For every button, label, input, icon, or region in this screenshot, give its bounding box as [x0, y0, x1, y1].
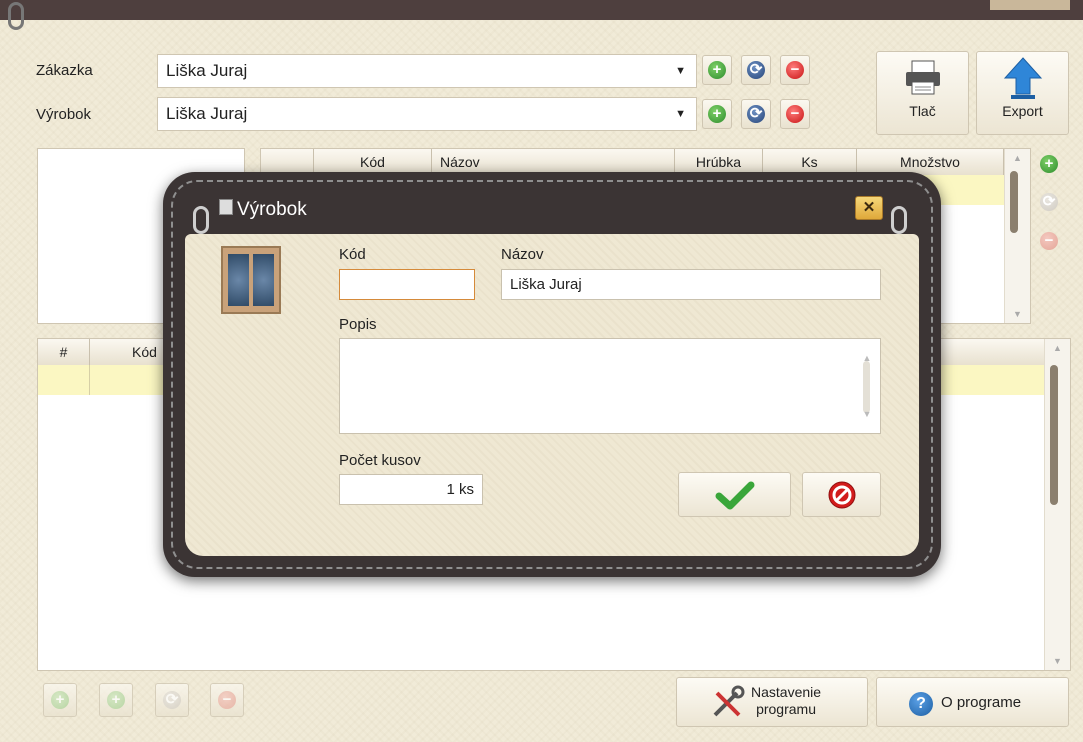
- popis-textarea[interactable]: ▲ ▼: [339, 338, 881, 434]
- export-label: Export: [1002, 103, 1043, 119]
- binder-ring-right: [891, 206, 907, 234]
- minus-icon: −: [1040, 232, 1058, 250]
- edit-icon: ⟳: [747, 105, 765, 123]
- window-control-button[interactable]: [1030, 0, 1070, 10]
- help-icon: ?: [909, 692, 933, 716]
- about-label: O programe: [941, 694, 1022, 711]
- edit-icon: ⟳: [163, 691, 181, 709]
- settings-label-line1: Nastavenie: [751, 684, 822, 700]
- window-title-bar: [0, 0, 1083, 20]
- pocet-input[interactable]: 1 ks: [339, 474, 483, 505]
- export-button[interactable]: Export: [976, 51, 1069, 135]
- plus-star-icon: +: [107, 691, 125, 709]
- item-delete-button[interactable]: −: [210, 683, 244, 717]
- popis-scrollbar[interactable]: ▲ ▼: [854, 339, 880, 433]
- vyrobok-add-button[interactable]: +: [702, 99, 732, 129]
- zakazka-add-button[interactable]: +: [702, 55, 732, 85]
- vyrobok-edit-button[interactable]: ⟳: [741, 99, 771, 129]
- confirm-button[interactable]: [678, 472, 791, 517]
- vyrobok-label: Výrobok: [36, 106, 92, 123]
- cancel-icon: [828, 481, 856, 509]
- zakazka-delete-button[interactable]: −: [780, 55, 810, 85]
- vyrobok-delete-button[interactable]: −: [780, 99, 810, 129]
- zakazka-edit-button[interactable]: ⟳: [741, 55, 771, 85]
- scroll-down-icon[interactable]: ▼: [1045, 656, 1070, 666]
- document-icon: [219, 199, 233, 215]
- item-add-special-button[interactable]: +: [99, 683, 133, 717]
- parts-edit-button[interactable]: ⟳: [1040, 193, 1058, 211]
- checkmark-icon: [715, 481, 755, 510]
- binder-ring-left: [8, 2, 24, 30]
- kod-input[interactable]: [339, 269, 475, 300]
- plus-icon: +: [1040, 155, 1058, 173]
- edit-icon: ⟳: [747, 61, 765, 79]
- scrollbar-thumb[interactable]: [1050, 365, 1058, 505]
- tools-icon: [713, 685, 745, 717]
- item-add-button[interactable]: +: [43, 683, 77, 717]
- column-header-number[interactable]: #: [38, 339, 90, 365]
- items-table-scrollbar[interactable]: ▲ ▼: [1044, 339, 1070, 670]
- scroll-up-icon[interactable]: ▲: [1045, 343, 1070, 353]
- arrow-up-icon: [1003, 57, 1042, 99]
- item-edit-button[interactable]: ⟳: [155, 683, 189, 717]
- parts-table-scrollbar[interactable]: ▲ ▼: [1004, 149, 1030, 323]
- scroll-up-icon[interactable]: ▲: [1005, 153, 1030, 163]
- row-divider: [89, 365, 90, 395]
- cancel-button[interactable]: [802, 472, 881, 517]
- nazov-input[interactable]: Liška Juraj: [501, 269, 881, 300]
- binder-ring-left: [193, 206, 209, 234]
- vyrobok-dialog: Výrobok ✕ Kód Názov Liška Juraj Popis ▲ …: [163, 172, 941, 577]
- plus-icon: +: [708, 105, 726, 123]
- minus-icon: −: [218, 691, 236, 709]
- print-button[interactable]: Tlač: [876, 51, 969, 135]
- vyrobok-select[interactable]: Liška Juraj ▼: [157, 97, 697, 131]
- close-icon: ✕: [862, 199, 876, 216]
- zakazka-select[interactable]: Liška Juraj ▼: [157, 54, 697, 88]
- scroll-down-icon[interactable]: ▼: [1005, 309, 1030, 319]
- window-control-button[interactable]: [990, 0, 1030, 10]
- pocet-label: Počet kusov: [339, 452, 421, 469]
- scrollbar-thumb[interactable]: [1010, 171, 1018, 233]
- chevron-down-icon[interactable]: ▼: [675, 55, 686, 87]
- print-label: Tlač: [909, 103, 936, 119]
- vyrobok-value: Liška Juraj: [166, 104, 248, 123]
- plus-icon: +: [708, 61, 726, 79]
- dialog-body: Kód Názov Liška Juraj Popis ▲ ▼ Počet ku…: [185, 234, 919, 556]
- zakazka-label: Zákazka: [36, 62, 93, 79]
- kod-label: Kód: [339, 246, 366, 263]
- window-pane-right: [253, 254, 274, 306]
- parts-add-button[interactable]: +: [1040, 155, 1058, 173]
- plus-icon: +: [51, 691, 69, 709]
- edit-icon: ⟳: [1040, 193, 1058, 211]
- scroll-down-icon[interactable]: ▼: [854, 399, 880, 429]
- window-product-icon: [221, 246, 281, 314]
- settings-button[interactable]: Nastavenie programu: [676, 677, 868, 727]
- window-pane-left: [228, 254, 249, 306]
- nazov-label: Názov: [501, 246, 544, 263]
- popis-label: Popis: [339, 316, 377, 333]
- minus-icon: −: [786, 61, 804, 79]
- minus-icon: −: [786, 105, 804, 123]
- dialog-title: Výrobok: [237, 199, 307, 220]
- close-button[interactable]: ✕: [855, 196, 883, 220]
- chevron-down-icon[interactable]: ▼: [675, 98, 686, 130]
- parts-delete-button[interactable]: −: [1040, 232, 1058, 250]
- zakazka-value: Liška Juraj: [166, 61, 248, 80]
- settings-label-line2: programu: [756, 701, 816, 717]
- printer-icon: [905, 60, 940, 95]
- about-button[interactable]: ? O programe: [876, 677, 1069, 727]
